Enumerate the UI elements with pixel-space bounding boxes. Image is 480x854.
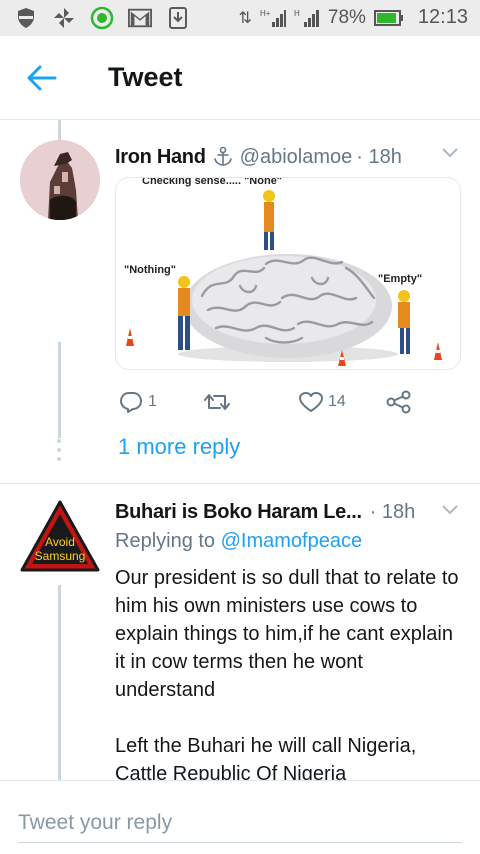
tweet-actions: 1 14	[118, 390, 418, 416]
collapsed-replies-dots	[55, 439, 63, 461]
page-title: Tweet	[108, 62, 183, 92]
chevron-down-icon	[442, 505, 458, 515]
thread-connector	[58, 342, 61, 438]
svg-text:H: H	[294, 9, 300, 18]
share-icon	[386, 390, 411, 414]
thread-connector	[58, 120, 61, 140]
reply-icon	[120, 392, 142, 413]
tweet-menu-button[interactable]	[440, 146, 460, 160]
tweet-paragraph: Our president is so dull that to relate …	[115, 567, 459, 701]
battery-percent: 78%	[327, 6, 366, 28]
tweet-paragraph: Left the Buhari he will call Nigeria, Ca…	[115, 735, 417, 780]
battery-icon	[373, 9, 403, 26]
data-transfer-icon: ⇅	[238, 9, 252, 27]
heart-icon	[299, 392, 323, 412]
media-label-left: "Nothing"	[124, 264, 176, 276]
vpn-shield-icon	[14, 6, 38, 30]
tweet-thread[interactable]: Iron Hand @abiolamoe · 18h Checking sens…	[0, 120, 480, 780]
reply-action[interactable]: 1	[118, 390, 157, 414]
more-replies-link[interactable]: 1 more reply	[118, 434, 240, 460]
download-icon	[166, 6, 190, 30]
media-label-top: Checking sense..... "None"	[142, 178, 282, 187]
replying-to: Replying to @Imamofpeace	[115, 530, 362, 553]
pinwheel-icon	[52, 6, 76, 30]
green-circle-app-icon	[90, 6, 114, 30]
system-indicators: ⇅ H+ H 78% 12:13	[239, 6, 469, 29]
gmail-icon	[128, 6, 152, 30]
reply-bar	[0, 780, 480, 854]
tweet-menu-button[interactable]	[440, 503, 460, 517]
signal-1-icon: H+	[260, 9, 286, 27]
tweet-media-image[interactable]: Checking sense..... "None" "Nothing" "Em…	[115, 177, 461, 370]
share-action[interactable]	[386, 390, 412, 414]
replying-mention[interactable]: @Imamofpeace	[221, 530, 362, 552]
reply-count: 1	[148, 393, 157, 410]
tweet-time: · 18h	[356, 145, 402, 168]
replying-prefix: Replying to	[115, 530, 216, 552]
tweet-text: Our president is so dull that to relate …	[115, 564, 465, 780]
back-button[interactable]	[24, 62, 60, 94]
retweet-action[interactable]	[202, 390, 232, 414]
divider	[0, 483, 480, 484]
tweet-header: Buhari is Boko Haram Le... · 18h	[115, 497, 460, 527]
svg-text:H+: H+	[260, 9, 271, 18]
notification-icons	[14, 6, 190, 30]
status-bar: ⇅ H+ H 78% 12:13	[0, 0, 480, 36]
like-count: 14	[328, 393, 346, 410]
back-arrow-icon	[27, 65, 57, 91]
like-action[interactable]: 14	[298, 390, 346, 414]
media-label-right: "Empty"	[378, 273, 422, 285]
signal-2-icon: H	[294, 9, 319, 27]
thread-connector	[58, 585, 61, 780]
author-name[interactable]: Buhari is Boko Haram Le...	[115, 501, 362, 524]
tweet-header: Iron Hand @abiolamoe · 18h	[115, 142, 460, 172]
reply-input[interactable]	[18, 803, 462, 843]
clock: 12:13	[417, 6, 468, 28]
chevron-down-icon	[442, 148, 458, 158]
avatar[interactable]	[20, 140, 100, 220]
author-handle[interactable]: @abiolamoe	[240, 146, 353, 169]
avatar[interactable]: Avoid Samsung	[20, 500, 100, 580]
anchor-icon	[212, 146, 234, 168]
retweet-icon	[204, 394, 230, 410]
author-name[interactable]: Iron Hand	[115, 146, 206, 169]
avatar-text-avoid: Avoid	[45, 535, 75, 549]
tweet-time: · 18h	[369, 500, 416, 523]
app-bar: Tweet	[0, 36, 480, 120]
avatar-text-samsung: Samsung	[35, 549, 86, 563]
